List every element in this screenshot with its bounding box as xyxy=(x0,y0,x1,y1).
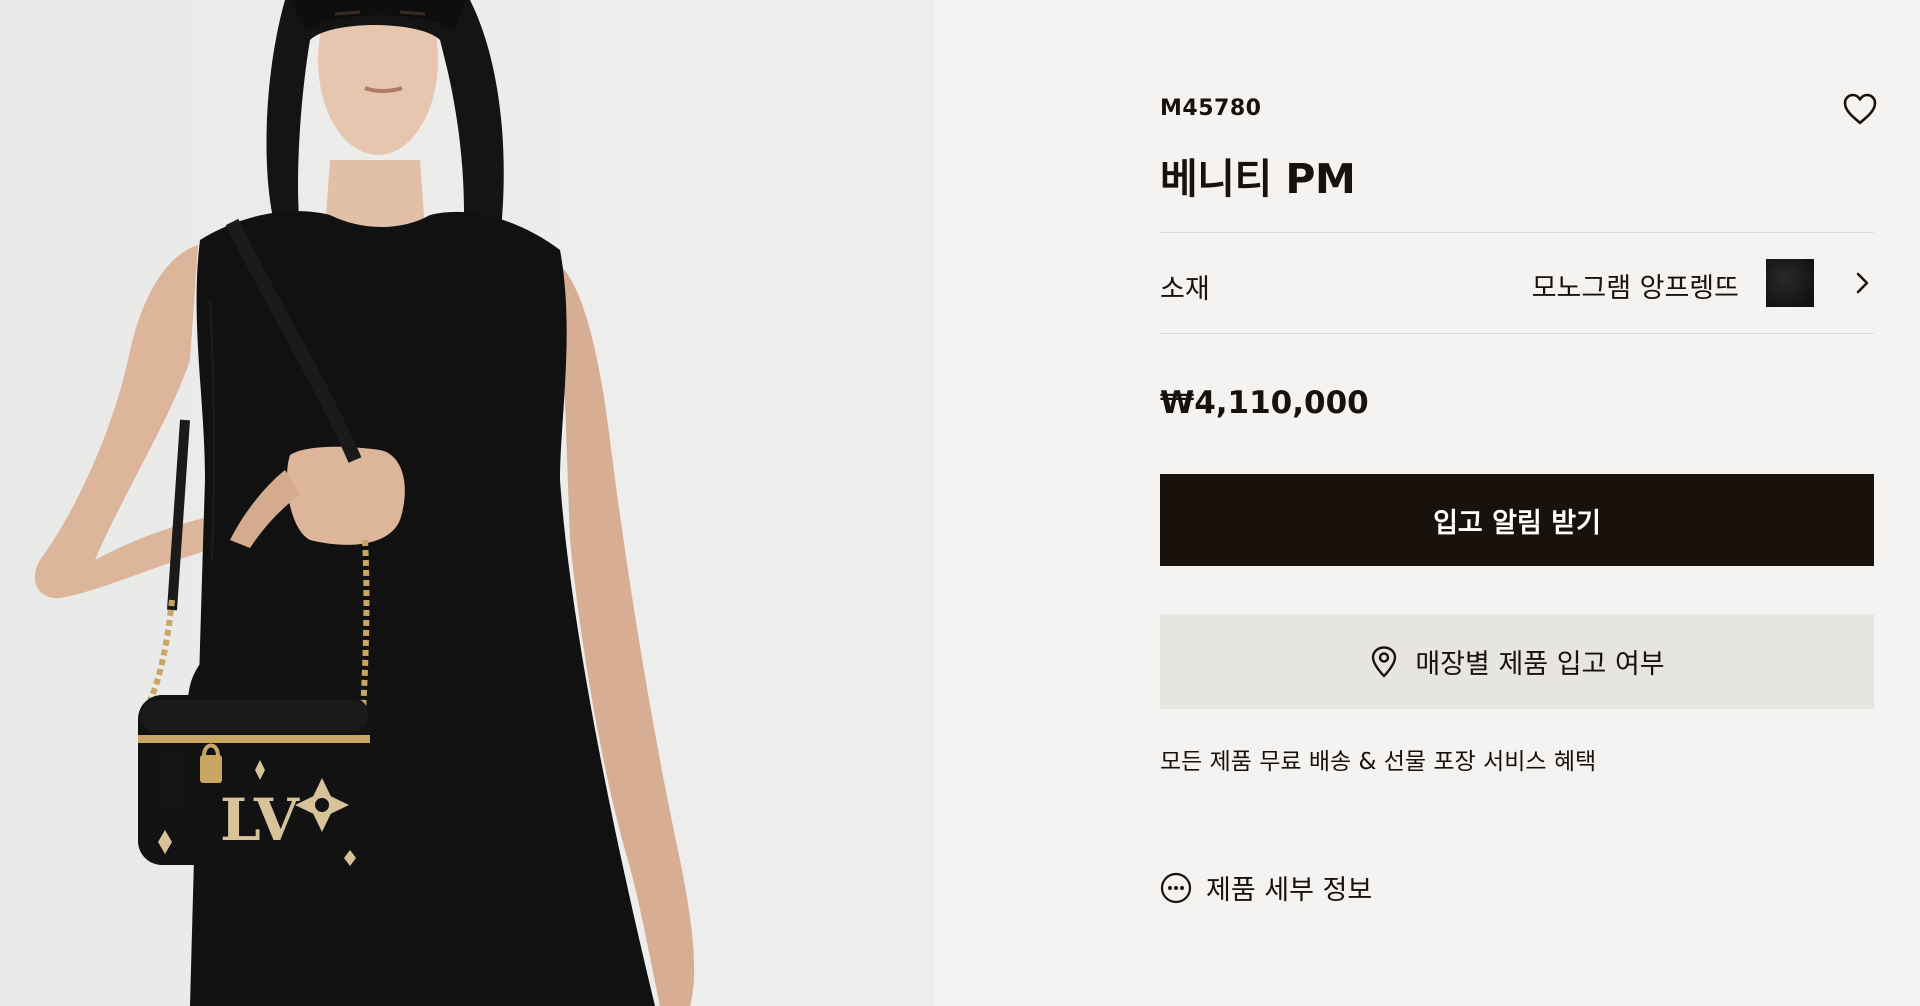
material-swatch xyxy=(1766,259,1814,307)
product-page: LV M45780 베니티 PM 소재 모노그램 앙프렝뜨 ₩4,110,000… xyxy=(0,0,1920,1006)
material-value: 모노그램 앙프렝뜨 xyxy=(1531,273,1739,304)
product-sku: M45780 xyxy=(1160,96,1262,121)
product-details-label: 제품 세부 정보 xyxy=(1206,875,1373,906)
divider xyxy=(1160,333,1874,334)
product-details-link[interactable]: 제품 세부 정보 xyxy=(1160,868,1372,907)
restock-notify-button[interactable]: 입고 알림 받기 xyxy=(1160,474,1874,566)
model-with-bag-image: LV xyxy=(34,0,695,1006)
svg-text:LV: LV xyxy=(220,786,300,854)
product-photo: LV xyxy=(0,0,935,1006)
product-price: ₩4,110,000 xyxy=(1160,385,1369,421)
shipping-note: 모든 제품 무료 배송 & 선물 포장 서비스 혜택 xyxy=(1160,749,1597,775)
store-availability-label: 매장별 제품 입고 여부 xyxy=(1415,649,1665,680)
heart-icon xyxy=(1843,93,1877,125)
restock-notify-label: 입고 알림 받기 xyxy=(1433,507,1601,539)
store-availability-button[interactable]: 매장별 제품 입고 여부 xyxy=(1160,614,1874,709)
product-info-panel: M45780 베니티 PM 소재 모노그램 앙프렝뜨 ₩4,110,000 입고 xyxy=(935,0,1920,1006)
location-pin-icon xyxy=(1372,645,1397,677)
more-dots-icon xyxy=(1160,872,1192,903)
chevron-right-icon xyxy=(1856,272,1869,294)
material-selector[interactable]: 소재 모노그램 앙프렝뜨 xyxy=(1160,233,1874,333)
wishlist-button[interactable] xyxy=(1842,92,1878,126)
material-label: 소재 xyxy=(1160,274,1210,305)
product-title: 베니티 PM xyxy=(1160,155,1356,203)
